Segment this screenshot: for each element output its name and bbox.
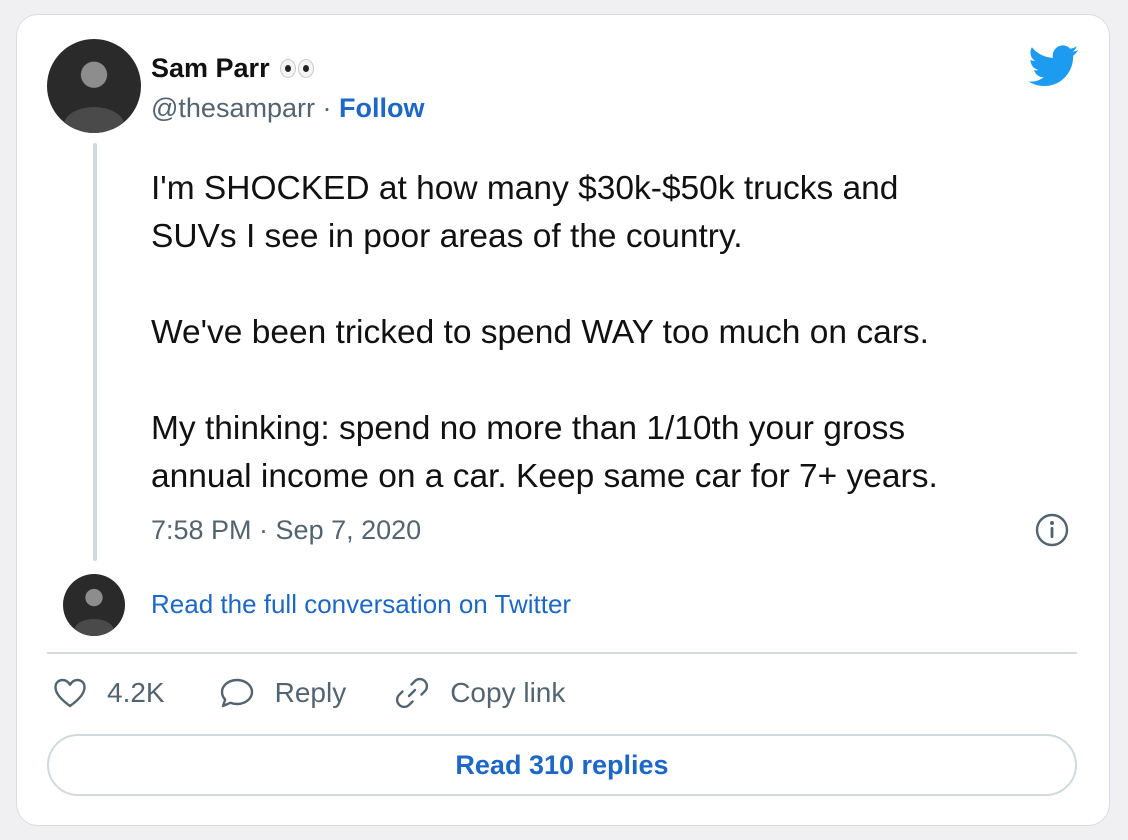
reply-button[interactable]: Reply: [219, 677, 347, 709]
tweet-paragraph-1: I'm SHOCKED at how many $30k-$50k trucks…: [151, 170, 899, 255]
tweet-timestamp[interactable]: 7:58 PM · Sep 7, 2020: [151, 515, 421, 546]
reply-bubble-icon: [220, 678, 253, 708]
divider: [47, 652, 1077, 654]
author-handle[interactable]: @thesamparr: [151, 93, 315, 123]
author-name[interactable]: Sam Parr: [151, 53, 270, 83]
author-handle-row: @thesamparr · Follow: [151, 93, 424, 124]
tweet-embed-card: Sam Parr @thesamparr · Follow I'm SHOCKE…: [16, 14, 1110, 826]
read-replies-label: Read 310 replies: [455, 749, 669, 780]
like-button[interactable]: 4.2K: [53, 677, 165, 709]
info-icon[interactable]: [1035, 513, 1069, 547]
author-avatar[interactable]: [47, 39, 141, 133]
handle-separator: ·: [322, 93, 332, 123]
thread-line: [93, 143, 97, 561]
follow-link[interactable]: Follow: [339, 93, 424, 123]
like-count: 4.2K: [107, 677, 165, 708]
heart-icon: [54, 678, 86, 708]
eyes-icon: [279, 54, 316, 85]
author-name-row: Sam Parr: [151, 53, 316, 85]
tweet-paragraph-3: My thinking: spend no more than 1/10th y…: [151, 410, 938, 495]
tweet-actions: 4.2K Reply Copy link: [53, 671, 565, 715]
link-icon: [396, 677, 429, 709]
tweet-text: I'm SHOCKED at how many $30k-$50k trucks…: [151, 165, 1071, 501]
copy-link-button[interactable]: Copy link: [394, 675, 565, 711]
copy-link-label: Copy link: [450, 677, 566, 708]
twitter-bird-icon[interactable]: [1029, 45, 1079, 87]
tweet-paragraph-2: We've been tricked to spend WAY too much…: [151, 314, 929, 351]
read-conversation-link[interactable]: Read the full conversation on Twitter: [151, 589, 571, 620]
reply-label: Reply: [274, 677, 347, 708]
read-replies-button[interactable]: Read 310 replies: [47, 734, 1077, 796]
conversation-avatar[interactable]: [63, 574, 125, 636]
